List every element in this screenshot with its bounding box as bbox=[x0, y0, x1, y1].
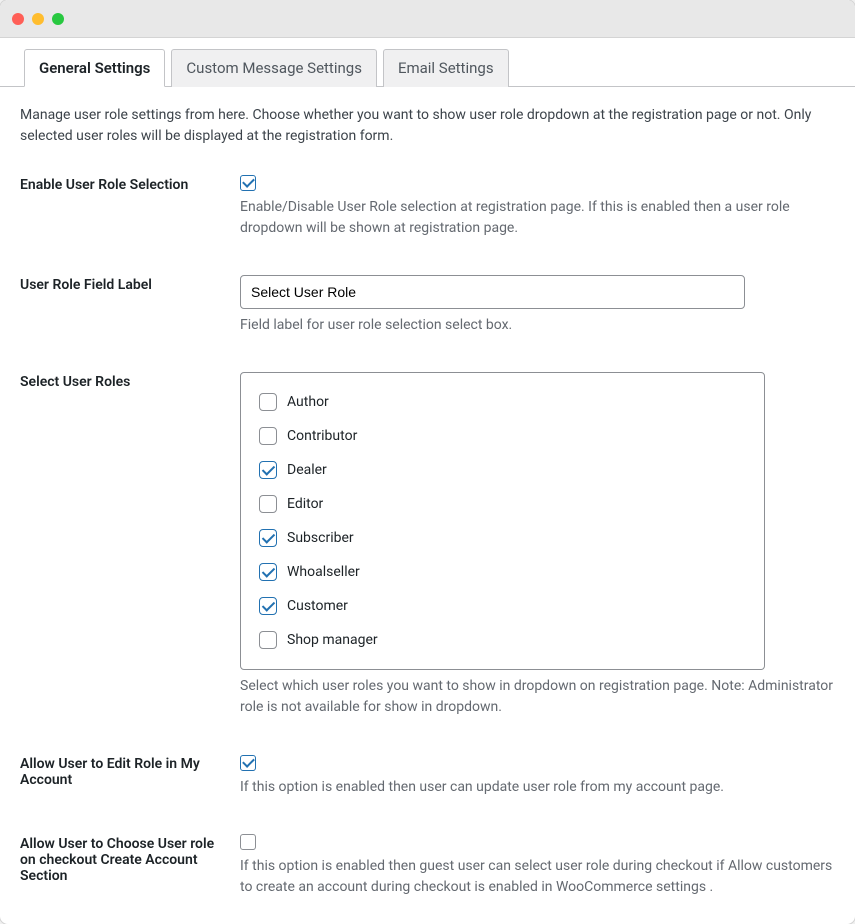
role-item: Author bbox=[259, 393, 746, 411]
role-item: Editor bbox=[259, 495, 746, 513]
role-item: Shop manager bbox=[259, 631, 746, 649]
role-checkbox[interactable] bbox=[259, 495, 277, 513]
role-item: Contributor bbox=[259, 427, 746, 445]
tab-content: Manage user role settings from here. Cho… bbox=[0, 87, 855, 924]
window-titlebar bbox=[0, 0, 855, 38]
role-label[interactable]: Customer bbox=[287, 598, 348, 614]
help-allow-edit-my-account: If this option is enabled then user can … bbox=[240, 777, 835, 798]
row-allow-choose-checkout: Allow User to Choose User role on checko… bbox=[20, 834, 835, 898]
role-label[interactable]: Whoalseller bbox=[287, 564, 360, 580]
traffic-lights bbox=[12, 13, 64, 25]
roles-list-box: Author Contributor Dealer Editor Subscriber W… bbox=[240, 372, 765, 670]
role-item: Subscriber bbox=[259, 529, 746, 547]
help-enable-role-selection: Enable/Disable User Role selection at re… bbox=[240, 197, 835, 239]
tab-custom-message-settings[interactable]: Custom Message Settings bbox=[171, 49, 377, 87]
page-description: Manage user role settings from here. Cho… bbox=[20, 105, 835, 147]
help-select-user-roles: Select which user roles you want to show… bbox=[240, 676, 835, 718]
role-label[interactable]: Editor bbox=[287, 496, 323, 512]
tab-general-settings[interactable]: General Settings bbox=[24, 49, 165, 87]
checkbox-allow-choose-checkout[interactable] bbox=[240, 834, 256, 850]
input-role-field-label[interactable] bbox=[240, 275, 745, 309]
tabs-bar: General Settings Custom Message Settings… bbox=[0, 38, 855, 87]
tab-email-settings[interactable]: Email Settings bbox=[383, 49, 509, 87]
role-label[interactable]: Dealer bbox=[287, 462, 327, 478]
role-label[interactable]: Shop manager bbox=[287, 632, 378, 648]
label-role-field-label: User Role Field Label bbox=[20, 275, 240, 293]
help-role-field-label: Field label for user role selection sele… bbox=[240, 315, 835, 336]
role-checkbox[interactable] bbox=[259, 393, 277, 411]
help-allow-choose-checkout: If this option is enabled then guest use… bbox=[240, 856, 835, 898]
minimize-icon[interactable] bbox=[32, 13, 44, 25]
role-label[interactable]: Subscriber bbox=[287, 530, 354, 546]
label-allow-choose-checkout: Allow User to Choose User role on checko… bbox=[20, 834, 240, 884]
label-allow-edit-my-account: Allow User to Edit Role in My Account bbox=[20, 754, 240, 788]
settings-window: General Settings Custom Message Settings… bbox=[0, 0, 855, 924]
row-select-user-roles: Select User Roles Author Contributor Deale… bbox=[20, 372, 835, 718]
checkbox-allow-edit-my-account[interactable] bbox=[240, 755, 256, 771]
role-item: Whoalseller bbox=[259, 563, 746, 581]
role-item: Dealer bbox=[259, 461, 746, 479]
maximize-icon[interactable] bbox=[52, 13, 64, 25]
role-checkbox[interactable] bbox=[259, 631, 277, 649]
label-enable-role-selection: Enable User Role Selection bbox=[20, 175, 240, 193]
row-allow-edit-my-account: Allow User to Edit Role in My Account If… bbox=[20, 754, 835, 797]
role-checkbox[interactable] bbox=[259, 461, 277, 479]
role-checkbox[interactable] bbox=[259, 563, 277, 581]
label-select-user-roles: Select User Roles bbox=[20, 372, 240, 390]
row-enable-role-selection: Enable User Role Selection Enable/Disabl… bbox=[20, 175, 835, 239]
role-checkbox[interactable] bbox=[259, 529, 277, 547]
role-checkbox[interactable] bbox=[259, 427, 277, 445]
checkbox-enable-role-selection[interactable] bbox=[240, 175, 256, 191]
close-icon[interactable] bbox=[12, 13, 24, 25]
role-label[interactable]: Contributor bbox=[287, 428, 357, 444]
role-label[interactable]: Author bbox=[287, 394, 329, 410]
role-item: Customer bbox=[259, 597, 746, 615]
role-checkbox[interactable] bbox=[259, 597, 277, 615]
row-role-field-label: User Role Field Label Field label for us… bbox=[20, 275, 835, 336]
